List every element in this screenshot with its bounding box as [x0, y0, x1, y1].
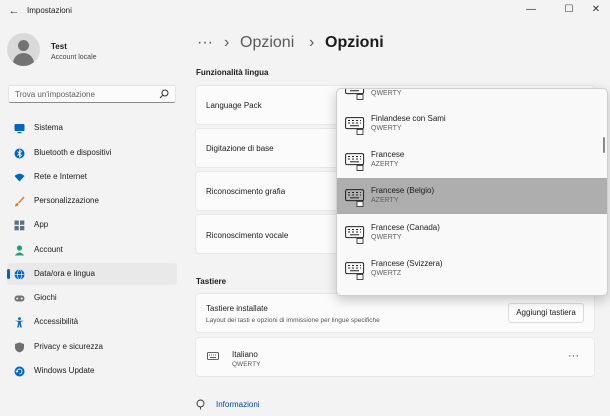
sidebar-item-label: Account — [34, 245, 63, 254]
dropdown-item-name: Francese (Canada) — [371, 223, 440, 232]
dropdown-item-layout: AZERTY — [371, 161, 399, 168]
maximize-button[interactable]: ☐ — [555, 2, 583, 18]
apps-icon — [14, 220, 25, 231]
keyboard-icon — [207, 352, 219, 360]
dropdown-scrollbar[interactable] — [603, 137, 605, 153]
sidebar-item-label: Privacy e sicurezza — [34, 342, 103, 351]
keyboard-icon — [345, 153, 365, 171]
keyboard-item-italiano[interactable]: Italiano QWERTY ··· — [195, 337, 595, 377]
installed-keyboards-label: Tastiere installate — [206, 304, 268, 313]
more-options-button[interactable]: ··· — [568, 350, 579, 362]
dropdown-item[interactable]: Francese tradizionale (Canada) — [337, 287, 607, 296]
keyboard-icon — [345, 117, 365, 135]
sidebar-item-app[interactable]: App — [7, 214, 177, 236]
sidebar-item-rete-e-internet[interactable]: Rete e Internet — [7, 166, 177, 188]
user-name: Test — [51, 42, 67, 51]
sidebar-item-data-ora-e-lingua[interactable]: Data/ora e lingua — [7, 263, 177, 285]
monitor-icon — [14, 124, 25, 134]
sidebar-item-label: Rete e Internet — [34, 172, 87, 181]
info-link[interactable]: Informazioni — [216, 400, 260, 409]
account-type: Account locale — [51, 54, 97, 61]
close-button[interactable]: ✕ — [582, 2, 610, 18]
globe-clock-icon — [14, 269, 25, 280]
keyboard-layout: QWERTY — [232, 361, 261, 368]
brush-icon — [15, 196, 25, 207]
dropdown-item-layout: AZERTY — [371, 197, 399, 204]
dropdown-item-name: Francese — [371, 150, 405, 159]
keyboard-icon — [345, 189, 365, 207]
sidebar-item-label: Personalizzazione — [34, 196, 99, 205]
installed-keyboards-desc: Layout dei tasti e opzioni di immissione… — [206, 317, 380, 324]
dropdown-item[interactable]: Finlandese con Sami QWERTY — [337, 106, 607, 142]
accessibility-icon — [15, 317, 24, 328]
person-icon — [14, 245, 25, 256]
search-input[interactable]: Trova un'impostazione — [8, 85, 176, 103]
back-arrow-icon[interactable]: ← — [7, 4, 21, 18]
dropdown-item-layout: QWERTY — [371, 125, 402, 132]
gamepad-icon — [14, 295, 25, 302]
sidebar-item-label: Data/ora e lingua — [34, 269, 95, 278]
sidebar-item-label: App — [34, 220, 49, 229]
sidebar-item-label: Bluetooth e dispositivi — [34, 148, 112, 157]
dropdown-item-layout: QWERTY — [371, 90, 402, 97]
breadcrumb-ellipsis[interactable]: ··· — [197, 34, 213, 52]
keyboard-dropdown[interactable]: QWERTY Finlandese con Sami QWERTY Frances… — [336, 88, 608, 296]
avatar-body — [13, 53, 34, 66]
search-icon — [159, 89, 169, 99]
dropdown-item[interactable]: Francese AZERTY — [337, 142, 607, 178]
keyboard-icon — [345, 226, 365, 244]
dropdown-item[interactable]: QWERTY — [337, 89, 607, 107]
minimize-button[interactable]: — — [517, 2, 545, 18]
keyboard-icon — [345, 262, 365, 280]
page-title: Opzioni — [325, 34, 384, 51]
dropdown-item-name: Francese (Svizzera) — [371, 259, 443, 268]
row-label: Riconoscimento grafia — [206, 187, 286, 196]
dropdown-item[interactable]: Francese (Svizzera) QWERTZ — [337, 251, 607, 287]
search-placeholder: Trova un'impostazione — [15, 90, 95, 99]
dropdown-item[interactable]: Francese (Canada) QWERTY — [337, 215, 607, 251]
dropdown-item-name: Francese tradizionale (Canada) — [371, 295, 483, 296]
keyboard-name: Italiano — [232, 350, 258, 359]
shield-icon — [15, 342, 24, 353]
breadcrumb-parent[interactable]: Opzioni — [240, 34, 294, 52]
installed-keyboards-card: Tastiere installate Layout dei tasti e o… — [195, 293, 595, 333]
dropdown-item[interactable]: Francese (Belgio) AZERTY — [337, 178, 607, 214]
sidebar-item-privacy-e-sicurezza[interactable]: Privacy e sicurezza — [7, 336, 177, 358]
dropdown-item-name: Francese (Belgio) — [371, 186, 435, 195]
avatar[interactable] — [7, 33, 40, 66]
breadcrumb-separator: › — [224, 34, 230, 51]
sidebar-item-sistema[interactable]: Sistema — [7, 117, 177, 139]
sidebar-item-accessibilita[interactable]: Accessibilità — [7, 311, 177, 333]
bluetooth-icon — [14, 148, 25, 159]
add-keyboard-button[interactable]: Aggiungi tastiera — [508, 303, 584, 323]
wifi-icon — [14, 173, 25, 182]
sidebar-item-bluetooth-e-dispositivi[interactable]: Bluetooth e dispositivi — [7, 142, 177, 164]
row-label: Digitazione di base — [206, 144, 274, 153]
app-title: Impostazioni — [27, 6, 72, 15]
avatar-head — [18, 40, 29, 51]
sidebar-item-label: Giochi — [34, 293, 57, 302]
dropdown-item-name: Finlandese con Sami — [371, 114, 446, 123]
sidebar-item-label: Accessibilità — [34, 317, 79, 326]
sidebar-item-label: Windows Update — [34, 366, 95, 375]
sidebar-item-label: Sistema — [34, 123, 63, 132]
update-icon — [14, 366, 25, 377]
dropdown-item-layout: QWERTZ — [371, 270, 402, 277]
help-icon — [196, 399, 205, 410]
section-title-language-features: Funzionalità lingua — [196, 68, 269, 77]
section-title-keyboards: Tastiere — [196, 277, 227, 286]
row-label: Language Pack — [206, 101, 262, 110]
title-bar: ← Impostazioni — ☐ ✕ — [0, 0, 610, 22]
row-label: Riconoscimento vocale — [206, 231, 289, 240]
sidebar-item-personalizzazione[interactable]: Personalizzazione — [7, 190, 177, 212]
sidebar-item-giochi[interactable]: Giochi — [7, 287, 177, 309]
dropdown-item-layout: QWERTY — [371, 234, 402, 241]
keyboard-icon — [345, 89, 365, 100]
sidebar-item-account[interactable]: Account — [7, 239, 177, 261]
selection-indicator — [7, 269, 10, 279]
breadcrumb-separator: › — [309, 34, 315, 51]
sidebar-item-windows-update[interactable]: Windows Update — [7, 360, 177, 382]
